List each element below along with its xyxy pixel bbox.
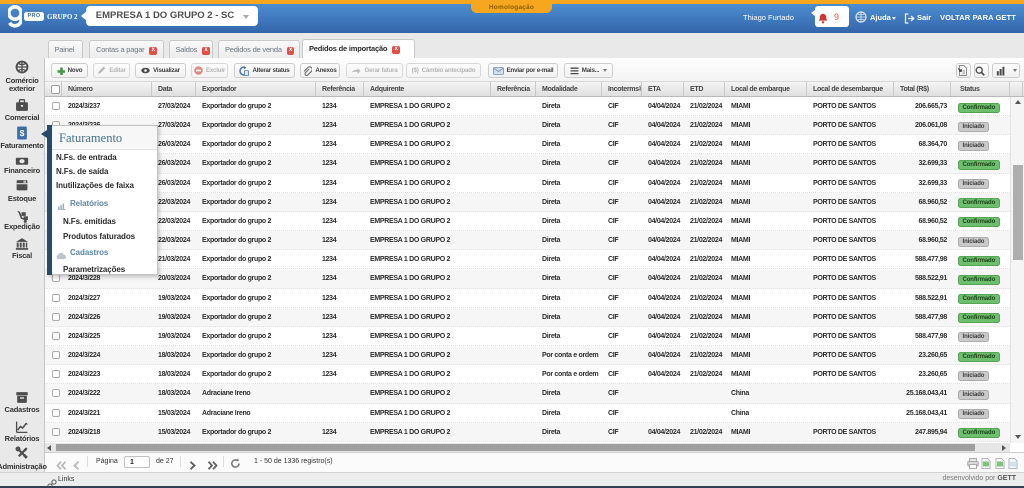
svg-text:$: $ [20, 128, 25, 138]
